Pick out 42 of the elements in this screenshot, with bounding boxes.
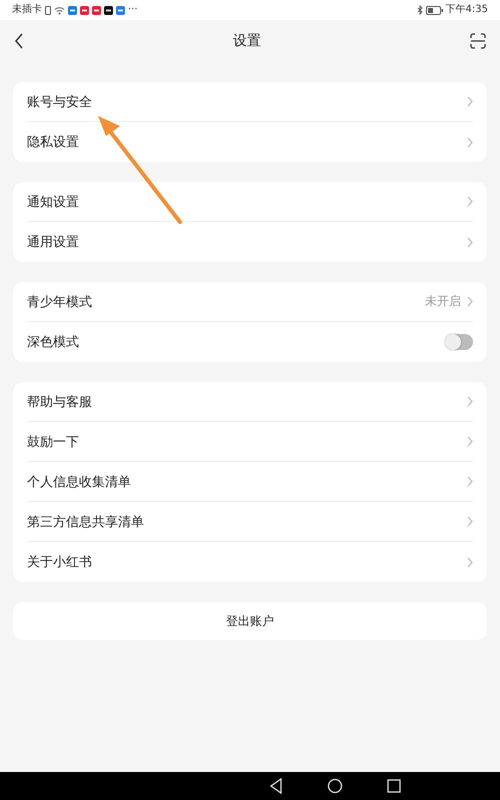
setting-label[interactable]: 关于小红书 [27, 553, 92, 571]
chevron-right-icon [467, 396, 473, 407]
app-icon [116, 6, 125, 14]
app-icon [68, 6, 77, 14]
battery-icon [426, 6, 443, 14]
app-icon [92, 6, 101, 14]
toggle-switch[interactable] [445, 334, 473, 350]
setting-label[interactable]: 鼓励一下 [27, 432, 79, 450]
setting-label[interactable]: 帮助与客服 [27, 392, 92, 410]
page-title: 设置 [233, 32, 261, 50]
chevron-right-icon [467, 236, 473, 248]
chevron-right-icon [467, 136, 473, 148]
time-text: 下午4:35 [446, 4, 488, 16]
chevron-right-icon [467, 516, 473, 527]
app-icon [104, 6, 113, 14]
setting-label[interactable]: 青少年模式 [27, 292, 92, 310]
bluetooth-icon [416, 5, 423, 15]
logout-button[interactable]: 登出账户 [13, 602, 487, 640]
chevron-right-icon [467, 476, 473, 487]
recents-square-icon[interactable] [387, 779, 401, 793]
chevron-right-icon [467, 196, 473, 207]
setting-label[interactable]: 账号与安全 [27, 92, 92, 110]
setting-label[interactable]: 通用设置 [27, 233, 79, 251]
chevron-right-icon [467, 436, 473, 447]
home-circle-icon[interactable] [327, 778, 343, 794]
chevron-right-icon [467, 556, 473, 568]
wifi-icon [54, 6, 65, 14]
setting-label[interactable]: 隐私设置 [27, 133, 79, 151]
back-triangle-icon[interactable] [269, 778, 283, 794]
setting-label[interactable]: 深色模式 [27, 333, 79, 351]
setting-label[interactable]: 通知设置 [27, 192, 79, 210]
setting-value: 未开启 [425, 293, 461, 310]
scan-icon[interactable] [470, 33, 486, 49]
chevron-right-icon [467, 96, 473, 107]
sim-icon [45, 6, 51, 14]
setting-label[interactable]: 第三方信息共享清单 [27, 512, 144, 530]
chevron-right-icon [467, 296, 473, 307]
more-text: ··· [128, 4, 138, 16]
carrier-text: 未插卡 [12, 4, 42, 16]
app-icon [80, 6, 89, 14]
setting-label[interactable]: 个人信息收集清单 [27, 472, 131, 490]
back-icon[interactable] [14, 33, 24, 49]
